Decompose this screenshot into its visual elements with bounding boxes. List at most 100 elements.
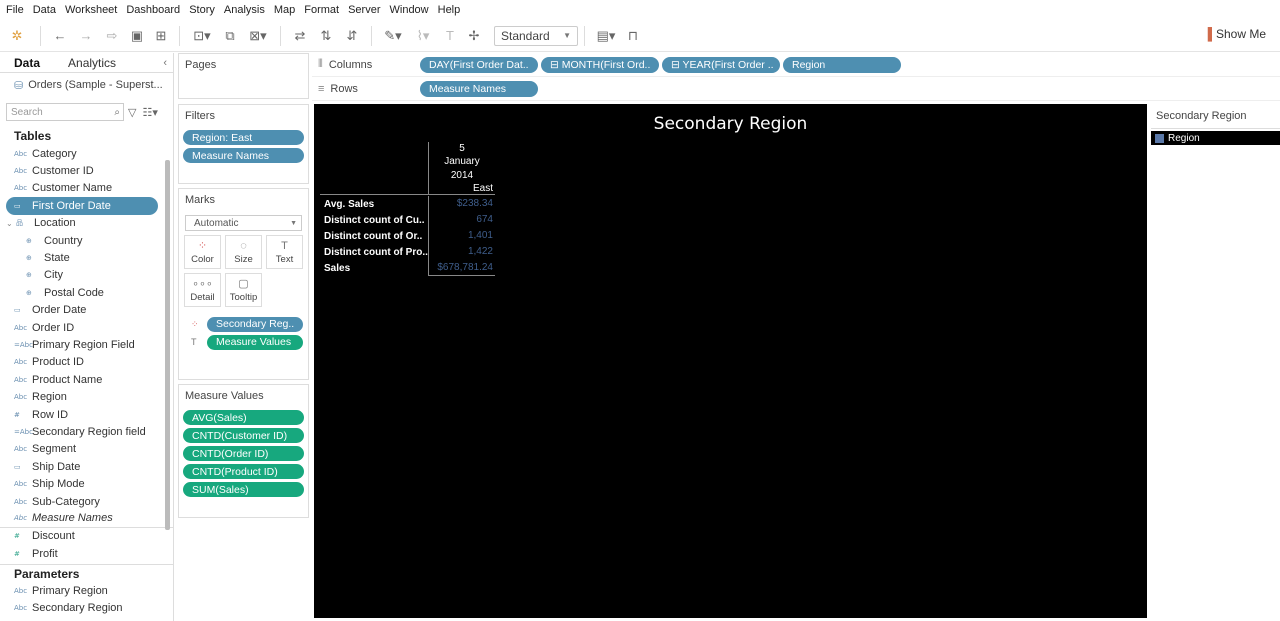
field-hierarchy[interactable]: ⌄ 品 Location bbox=[0, 215, 173, 232]
table-row[interactable]: Sales $678,781.24 bbox=[320, 260, 495, 276]
field-label: Postal Code bbox=[44, 286, 104, 299]
fit-select[interactable]: Standard ▼ bbox=[494, 25, 578, 46]
field-item[interactable]: Abc Measure Names bbox=[0, 510, 173, 528]
field-item[interactable]: Abc Order ID bbox=[0, 319, 173, 336]
menu-story[interactable]: Story bbox=[189, 4, 215, 16]
group-icon[interactable]: ⌇▾ bbox=[408, 24, 438, 48]
viz-canvas[interactable]: Secondary Region 5 January 2014 East Avg… bbox=[314, 104, 1147, 618]
mark-type-select[interactable]: Automatic ▼ bbox=[185, 215, 302, 231]
tooltip-button[interactable]: ▢ Tooltip bbox=[225, 273, 262, 307]
filter-pill[interactable]: Region: East bbox=[183, 130, 304, 145]
field-item[interactable]: # Row ID bbox=[0, 406, 173, 423]
pages-card[interactable]: Pages bbox=[178, 53, 309, 99]
swap-icon[interactable]: ⇄ bbox=[287, 24, 313, 48]
detail-button[interactable]: ∘∘∘ Detail bbox=[184, 273, 221, 307]
new-datasource-icon[interactable]: ⊞ bbox=[149, 24, 173, 48]
column-pill[interactable]: ⊟ YEAR(First Order .. bbox=[662, 56, 780, 73]
field-item[interactable]: Abc Product ID bbox=[0, 354, 173, 371]
highlight-icon[interactable]: ✎▾ bbox=[378, 24, 408, 48]
show-cards-icon[interactable]: ▤▾ bbox=[591, 24, 621, 48]
parameter-item[interactable]: Abc Primary Region bbox=[0, 582, 173, 599]
menu-analysis[interactable]: Analysis bbox=[224, 4, 265, 16]
field-item-selected[interactable]: ▭ First Order Date bbox=[6, 197, 158, 215]
table-row[interactable]: Distinct count of Cu.. 674 bbox=[320, 212, 495, 228]
field-item[interactable]: ⊕ Country bbox=[0, 232, 173, 249]
column-header[interactable]: 5 January 2014 East bbox=[428, 142, 495, 196]
field-item[interactable]: ⊕ State bbox=[0, 249, 173, 266]
size-button[interactable]: ◌ Size bbox=[225, 235, 262, 269]
presentation-mode-icon[interactable]: ⊓ bbox=[621, 24, 645, 48]
duplicate-sheet-icon[interactable]: ⧉ bbox=[218, 24, 242, 48]
redo-icon[interactable]: → bbox=[73, 24, 99, 48]
filter-icon[interactable]: ▽ bbox=[128, 106, 136, 119]
mark-pill[interactable]: Secondary Reg.. bbox=[207, 316, 303, 332]
measure-item[interactable]: # Discount bbox=[0, 528, 173, 545]
menu-worksheet[interactable]: Worksheet bbox=[65, 4, 117, 16]
menu-help[interactable]: Help bbox=[438, 4, 461, 16]
undo-icon[interactable]: ← bbox=[47, 24, 73, 48]
legend-item[interactable]: Region bbox=[1151, 131, 1280, 145]
text-button[interactable]: T Text bbox=[266, 235, 303, 269]
field-item[interactable]: =Abc Primary Region Field bbox=[0, 336, 173, 353]
menu-data[interactable]: Data bbox=[33, 4, 56, 16]
row-pill[interactable]: Measure Names bbox=[420, 80, 538, 97]
field-item[interactable]: Abc Category bbox=[0, 145, 173, 162]
field-item[interactable]: ▭ Order Date bbox=[0, 302, 173, 319]
geo-type-icon: ⊕ bbox=[26, 288, 32, 297]
menu-window[interactable]: Window bbox=[390, 4, 429, 16]
replay-icon[interactable]: ⇨ bbox=[99, 24, 125, 48]
datasource-item[interactable]: ⛁ Orders (Sample - Superst... bbox=[0, 73, 173, 97]
column-pill[interactable]: ⊟ MONTH(First Ord.. bbox=[541, 56, 659, 73]
color-button[interactable]: ⁘ Color bbox=[184, 235, 221, 269]
table-row[interactable]: Distinct count of Or.. 1,401 bbox=[320, 228, 495, 244]
measure-value-pill[interactable]: AVG(Sales) bbox=[183, 410, 304, 425]
field-item[interactable]: Abc Customer ID bbox=[0, 162, 173, 179]
collapse-icon[interactable]: ‹ bbox=[163, 57, 167, 69]
sort-descending-icon[interactable]: ⇵ bbox=[339, 24, 365, 48]
new-worksheet-icon[interactable]: ⊡▾ bbox=[186, 24, 218, 48]
field-item[interactable]: ▭ Ship Date bbox=[0, 458, 173, 475]
columns-shelf[interactable]: ⦀ Columns DAY(First Order Dat.. ⊟ MONTH(F… bbox=[312, 53, 1280, 77]
expand-chevron-icon[interactable]: ⌄ bbox=[6, 219, 16, 228]
rows-shelf[interactable]: ≡ Rows Measure Names bbox=[312, 77, 1280, 101]
table-row[interactable]: Distinct count of Pro.. 1,422 bbox=[320, 244, 495, 260]
field-item[interactable]: Abc Sub-Category bbox=[0, 493, 173, 510]
field-item[interactable]: ⊕ Postal Code bbox=[0, 284, 173, 301]
table-row[interactable]: Avg. Sales $238.34 bbox=[320, 196, 495, 212]
menu-map[interactable]: Map bbox=[274, 4, 295, 16]
menu-file[interactable]: File bbox=[6, 4, 24, 16]
field-item[interactable]: ⊕ City bbox=[0, 267, 173, 284]
column-pill[interactable]: Region bbox=[783, 56, 901, 73]
measure-value-pill[interactable]: CNTD(Customer ID) bbox=[183, 428, 304, 443]
search-input[interactable]: Search ⌕ bbox=[6, 103, 124, 121]
field-item[interactable]: Abc Region bbox=[0, 388, 173, 405]
sort-ascending-icon[interactable]: ⇅ bbox=[313, 24, 339, 48]
tab-data[interactable]: Data bbox=[0, 56, 54, 70]
measure-value-pill[interactable]: SUM(Sales) bbox=[183, 482, 304, 497]
labels-icon[interactable]: T bbox=[438, 24, 462, 48]
show-me-button[interactable]: ▐ Show Me bbox=[1203, 27, 1266, 41]
column-pill[interactable]: DAY(First Order Dat.. bbox=[420, 56, 538, 73]
measure-value-pill[interactable]: CNTD(Product ID) bbox=[183, 464, 304, 479]
field-item[interactable]: Abc Customer Name bbox=[0, 180, 173, 197]
measure-item[interactable]: # Profit bbox=[0, 545, 173, 562]
field-item[interactable]: =Abc Secondary Region field bbox=[0, 423, 173, 440]
filter-pill[interactable]: Measure Names bbox=[183, 148, 304, 163]
menu-dashboard[interactable]: Dashboard bbox=[126, 4, 180, 16]
view-options-icon[interactable]: ☷▾ bbox=[142, 106, 157, 119]
mark-pill[interactable]: Measure Values bbox=[207, 334, 303, 350]
save-icon[interactable]: ▣ bbox=[125, 24, 149, 48]
menu-server[interactable]: Server bbox=[348, 4, 380, 16]
tableau-logo-icon[interactable]: ✲ bbox=[0, 24, 34, 48]
field-item[interactable]: Abc Segment bbox=[0, 441, 173, 458]
tab-analytics[interactable]: Analytics bbox=[54, 56, 130, 70]
menu-format[interactable]: Format bbox=[304, 4, 339, 16]
pin-icon[interactable]: ✢ bbox=[462, 24, 486, 48]
field-item[interactable]: Abc Product Name bbox=[0, 371, 173, 388]
clear-sheet-icon[interactable]: ⊠▾ bbox=[242, 24, 274, 48]
measure-value-pill[interactable]: CNTD(Order ID) bbox=[183, 446, 304, 461]
scrollbar-thumb[interactable] bbox=[165, 160, 170, 530]
field-item[interactable]: Abc Ship Mode bbox=[0, 475, 173, 492]
parameter-item[interactable]: Abc Secondary Region bbox=[0, 600, 173, 617]
row-value: 674 bbox=[428, 212, 495, 228]
